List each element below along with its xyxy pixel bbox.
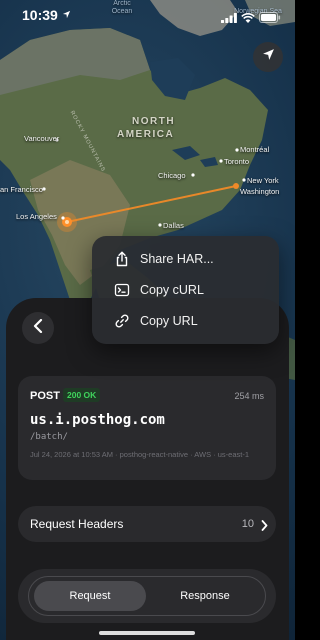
menu-item-copy-url[interactable]: Copy URL: [92, 306, 279, 336]
http-method: POST: [30, 390, 60, 402]
share-icon: [114, 251, 130, 267]
city-label-chicago: Chicago: [158, 171, 186, 180]
request-summary-card: POST 200 OK 254 ms us.i.posthog.com /bat…: [18, 376, 276, 480]
segmented-control: Request Response: [28, 576, 266, 616]
status-icons: [221, 10, 281, 28]
request-headers-count: 10: [241, 518, 254, 530]
request-duration: 254 ms: [234, 391, 264, 401]
chevron-right-icon: [261, 518, 268, 536]
status-time: 10:39: [22, 7, 58, 23]
menu-item-copy-curl[interactable]: Copy cURL: [92, 275, 279, 305]
continent-label: NORTH: [132, 116, 176, 127]
city-label-vancouver: Vancouver: [24, 134, 60, 143]
location-arrow-icon: [62, 6, 71, 24]
terminal-icon: [114, 282, 130, 298]
wifi-icon: [241, 10, 255, 28]
menu-item-label: Share HAR...: [140, 252, 214, 266]
continent-label-line2: AMERICA: [117, 129, 175, 140]
battery-icon: [259, 10, 281, 28]
tab-request[interactable]: Request: [34, 581, 146, 611]
city-label-dallas: Dallas: [163, 221, 184, 230]
location-arrow-icon: [262, 48, 275, 66]
city-label-montreal: Montréal: [240, 145, 270, 154]
request-response-tabbar: Request Response: [18, 569, 276, 623]
city-label-new-york: New York: [247, 176, 279, 185]
home-indicator: [99, 631, 195, 635]
tab-response[interactable]: Response: [149, 581, 261, 611]
link-icon: [114, 313, 130, 329]
request-path: /batch/: [30, 432, 68, 442]
city-label-san-francisco: an Francisco: [0, 185, 43, 194]
request-headers-row[interactable]: Request Headers 10: [18, 506, 276, 542]
request-headers-label: Request Headers: [30, 517, 124, 531]
menu-item-label: Copy cURL: [140, 283, 204, 297]
menu-item-label: Copy URL: [140, 314, 198, 328]
request-meta: Jul 24, 2026 at 10:53 AM · posthog-react…: [30, 450, 249, 459]
context-menu: Share HAR... Copy cURL Copy URL: [92, 236, 279, 344]
chevron-left-icon: [33, 318, 43, 338]
signal-icon: [221, 10, 237, 28]
locate-button[interactable]: [253, 42, 283, 72]
menu-item-share-har[interactable]: Share HAR...: [92, 244, 279, 274]
city-label-toronto: Toronto: [224, 157, 250, 166]
city-label-washington: Washington: [240, 187, 280, 196]
request-host: us.i.posthog.com: [30, 412, 165, 428]
request-detail-sheet: POST 200 OK 254 ms us.i.posthog.com /bat…: [6, 298, 289, 640]
status-badge: 200 OK: [63, 388, 101, 402]
city-label-los-angeles: Los Angeles: [16, 212, 57, 221]
back-button[interactable]: [22, 312, 54, 344]
